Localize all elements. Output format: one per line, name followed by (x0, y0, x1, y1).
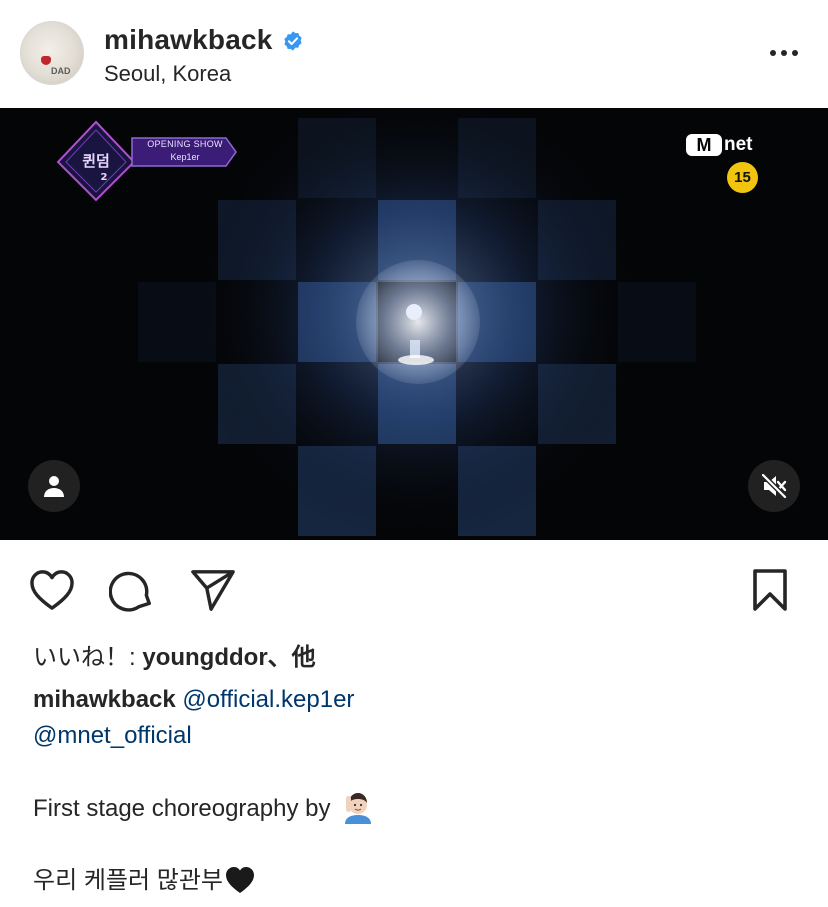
more-dot (792, 50, 798, 56)
svg-text:퀸덤: 퀸덤 (82, 152, 110, 170)
caption-mention-mnet[interactable]: @mnet_official (33, 722, 192, 749)
post-username[interactable]: mihawkback (104, 24, 273, 56)
channel-logo-m: M (686, 134, 722, 156)
more-options-icon[interactable] (766, 40, 802, 66)
verified-badge-icon (284, 31, 302, 51)
avatar-sticker: DAD (51, 66, 71, 76)
svg-text:2: 2 (101, 172, 108, 183)
caption-text-choreography: First stage choreography by (33, 795, 331, 822)
more-dot (770, 50, 776, 56)
channel-logo: M net (686, 134, 758, 156)
share-button[interactable] (189, 566, 237, 614)
comment-bubble-icon (109, 571, 151, 612)
mute-toggle-button[interactable] (748, 460, 800, 512)
like-button[interactable] (28, 566, 76, 614)
post-video[interactable]: 퀸덤 2 OPENING SHOW Kep1er M net 15 (0, 108, 828, 540)
speaker-muted-icon (761, 473, 787, 499)
avatar-heart (41, 56, 51, 65)
avatar[interactable]: DAD (20, 21, 84, 85)
more-dot (781, 50, 787, 56)
comment-button[interactable] (108, 566, 156, 614)
likes-prefix: いいね！: (33, 644, 143, 671)
likes-summary[interactable]: いいね！: youngddor、他 (33, 637, 316, 672)
save-button[interactable] (746, 566, 794, 614)
channel-logo-net: net (724, 134, 753, 155)
tagged-users-button[interactable] (28, 460, 80, 512)
black-heart-emoji-icon (225, 867, 254, 893)
caption-line-4: 우리 케플러 많관부 (33, 863, 803, 899)
caption-username[interactable]: mihawkback (33, 686, 176, 713)
badge-line1: OPENING SHOW (147, 139, 223, 149)
show-badge: OPENING SHOW Kep1er (133, 136, 237, 170)
bookmark-icon (753, 569, 787, 611)
caption-line-2: @mnet_official (33, 718, 803, 754)
action-bar (0, 540, 828, 636)
caption-line-1: mihawkback @official.kep1er (33, 682, 803, 718)
caption-line-3: First stage choreography by (33, 790, 803, 827)
post-caption: mihawkback @official.kep1er @mnet_offici… (33, 682, 803, 899)
heart-icon (30, 570, 74, 610)
likes-user[interactable]: youngddor (142, 644, 267, 671)
video-frame: 퀸덤 2 (0, 108, 828, 540)
post-header: DAD mihawkback Seoul, Korea (0, 0, 828, 108)
age-rating-badge: 15 (727, 162, 758, 193)
caption-text-korean: 우리 케플러 많관부 (33, 867, 223, 894)
caption-mention-kep1er[interactable]: @official.kep1er (182, 686, 354, 713)
badge-line2: Kep1er (170, 152, 200, 162)
paper-plane-icon (191, 570, 235, 611)
person-icon (44, 476, 64, 497)
likes-suffix: 、他 (267, 644, 316, 671)
raising-hand-emoji-icon (345, 793, 372, 824)
post-location[interactable]: Seoul, Korea (104, 61, 231, 87)
